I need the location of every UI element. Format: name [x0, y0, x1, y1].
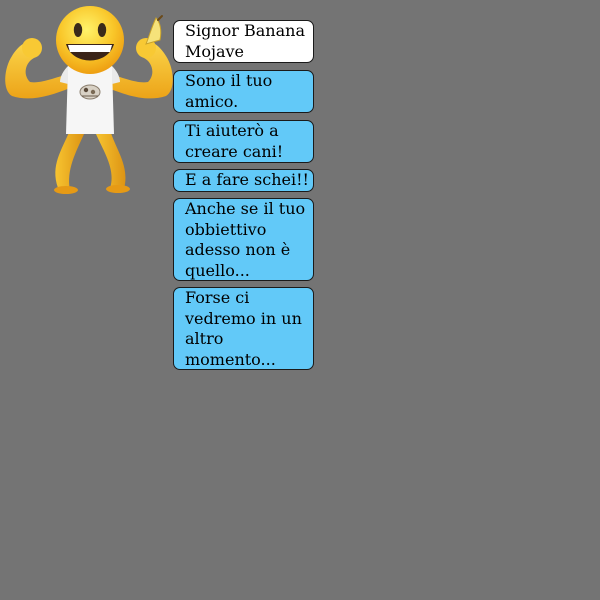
chat-message-5: Forse ci vedremo in un altro momento... — [173, 287, 314, 370]
chat-message-3: E a fare schei!! — [173, 169, 314, 192]
muscle-banana-emoji-icon — [5, 6, 173, 194]
chat-message-4: Anche se il tuo obbiettivo adesso non è … — [173, 198, 314, 281]
chat-message-2: Ti aiuterò a creare cani! — [173, 120, 314, 163]
character-name-bubble: Signor Banana Mojave — [173, 20, 314, 63]
chat-message-1: Sono il tuo amico. — [173, 70, 314, 113]
